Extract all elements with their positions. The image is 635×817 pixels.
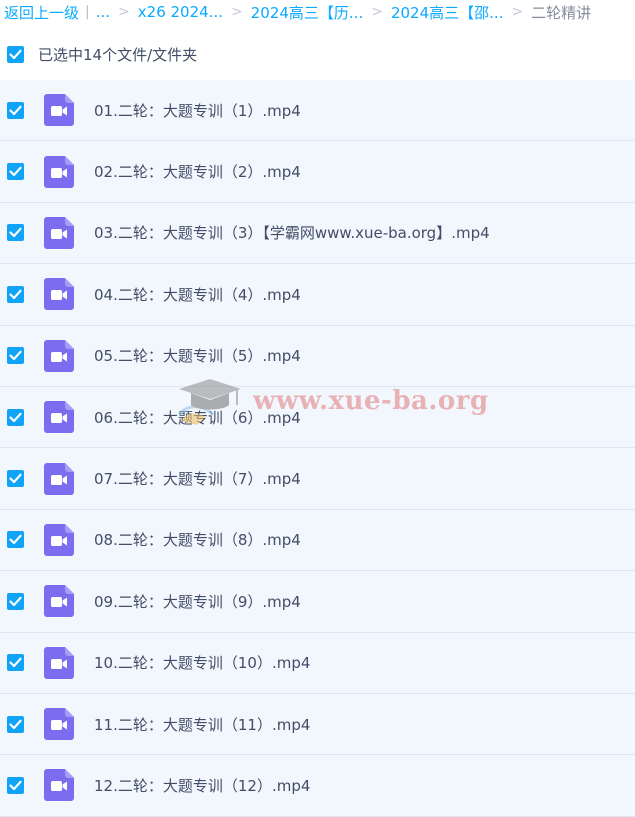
- video-file-icon: [44, 216, 74, 249]
- breadcrumb: 返回上一级 | ... > x26 2024... > 2024高三【历... …: [0, 0, 635, 24]
- back-link[interactable]: 返回上一级: [4, 2, 79, 23]
- file-checkbox[interactable]: [7, 408, 24, 426]
- breadcrumb-crumb[interactable]: x26 2024...: [138, 3, 223, 21]
- breadcrumb-crumb[interactable]: 2024高三【历...: [251, 2, 363, 23]
- breadcrumb-chevron-icon: >: [231, 4, 243, 20]
- file-checkbox[interactable]: [7, 776, 24, 794]
- check-icon: [9, 780, 22, 791]
- file-row[interactable]: 05.二轮：大题专训（5）.mp4: [0, 325, 635, 387]
- check-icon: [9, 350, 22, 361]
- file-name[interactable]: 07.二轮：大题专训（7）.mp4: [94, 468, 301, 489]
- file-list: 01.二轮：大题专训（1）.mp4 02.二轮：大题专训（2）.mp4 03.二轮：…: [0, 80, 635, 817]
- file-checkbox[interactable]: [7, 101, 24, 119]
- file-checkbox[interactable]: [7, 592, 24, 610]
- check-icon: [9, 228, 22, 238]
- video-file-icon: [44, 769, 74, 802]
- select-all-checkbox[interactable]: [7, 45, 24, 63]
- video-file-icon: [44, 585, 74, 618]
- breadcrumb-more[interactable]: ...: [96, 3, 110, 21]
- video-file-icon: [44, 339, 74, 372]
- file-row[interactable]: 08.二轮：大题专训（8）.mp4: [0, 509, 635, 572]
- file-row[interactable]: 10.二轮：大题专训（10）.mp4: [0, 632, 635, 694]
- file-name[interactable]: 08.二轮：大题专训（8）.mp4: [94, 529, 301, 550]
- file-checkbox[interactable]: [7, 285, 24, 303]
- video-file-icon: [44, 523, 74, 556]
- file-row[interactable]: 02.二轮：大题专训（2）.mp4: [0, 141, 635, 203]
- file-checkbox[interactable]: [7, 531, 24, 549]
- file-row[interactable]: 06.二轮：大题专训（6）.mp4: [0, 386, 635, 449]
- breadcrumb-chevron-icon: >: [511, 4, 524, 20]
- file-row[interactable]: 11.二轮：大题专训（11）.mp4: [0, 693, 635, 756]
- file-row[interactable]: 12.二轮：大题专训（12）.mp4: [0, 755, 635, 817]
- file-name[interactable]: 01.二轮：大题专训（1）.mp4: [94, 100, 301, 121]
- file-name[interactable]: 12.二轮：大题专训（12）.mp4: [94, 775, 310, 796]
- breadcrumb-chevron-icon: >: [371, 4, 383, 20]
- video-file-icon: [44, 708, 74, 741]
- check-icon: [9, 412, 22, 422]
- file-checkbox[interactable]: [7, 715, 24, 733]
- check-icon: [9, 719, 22, 729]
- file-name[interactable]: 09.二轮：大题专训（9）.mp4: [94, 591, 301, 612]
- selection-bar: 已选中14个文件/文件夹: [0, 38, 635, 70]
- video-file-icon: [44, 155, 74, 188]
- breadcrumb-chevron-icon: >: [118, 4, 130, 20]
- file-name[interactable]: 10.二轮：大题专训（10）.mp4: [94, 652, 310, 673]
- check-icon: [9, 535, 22, 545]
- file-name[interactable]: 11.二轮：大题专训（11）.mp4: [94, 714, 310, 735]
- check-icon: [9, 657, 22, 668]
- check-icon: [9, 596, 22, 606]
- check-icon: [9, 49, 22, 59]
- video-file-icon: [44, 462, 74, 495]
- file-row[interactable]: 03.二轮：大题专训（3）【学霸网www.xue-ba.org】.mp4: [0, 202, 635, 265]
- file-checkbox[interactable]: [7, 654, 24, 672]
- file-name[interactable]: 04.二轮：大题专训（4）.mp4: [94, 284, 301, 305]
- file-checkbox[interactable]: [7, 347, 24, 365]
- video-file-icon: [44, 401, 74, 434]
- file-name[interactable]: 05.二轮：大题专训（5）.mp4: [94, 345, 301, 366]
- file-checkbox[interactable]: [7, 163, 24, 181]
- file-row[interactable]: 04.二轮：大题专训（4）.mp4: [0, 264, 635, 326]
- check-icon: [9, 105, 22, 115]
- file-name[interactable]: 02.二轮：大题专训（2）.mp4: [94, 161, 301, 182]
- breadcrumb-current: 二轮精讲: [531, 3, 592, 22]
- check-icon: [9, 473, 22, 484]
- check-icon: [9, 289, 22, 299]
- video-file-icon: [44, 94, 74, 127]
- file-checkbox[interactable]: [7, 224, 24, 242]
- video-file-icon: [44, 646, 74, 679]
- file-name[interactable]: 06.二轮：大题专训（6）.mp4: [94, 407, 301, 428]
- check-icon: [9, 166, 22, 177]
- file-row[interactable]: 01.二轮：大题专训（1）.mp4: [0, 80, 635, 142]
- video-file-icon: [44, 278, 74, 311]
- breadcrumb-divider: |: [85, 4, 90, 20]
- file-name[interactable]: 03.二轮：大题专训（3）【学霸网www.xue-ba.org】.mp4: [94, 222, 490, 243]
- file-checkbox[interactable]: [7, 470, 24, 488]
- file-row[interactable]: 07.二轮：大题专训（7）.mp4: [0, 448, 635, 510]
- file-row[interactable]: 09.二轮：大题专训（9）.mp4: [0, 571, 635, 633]
- breadcrumb-crumb[interactable]: 2024高三【邵...: [391, 2, 503, 23]
- selection-count-label: 已选中14个文件/文件夹: [38, 45, 198, 64]
